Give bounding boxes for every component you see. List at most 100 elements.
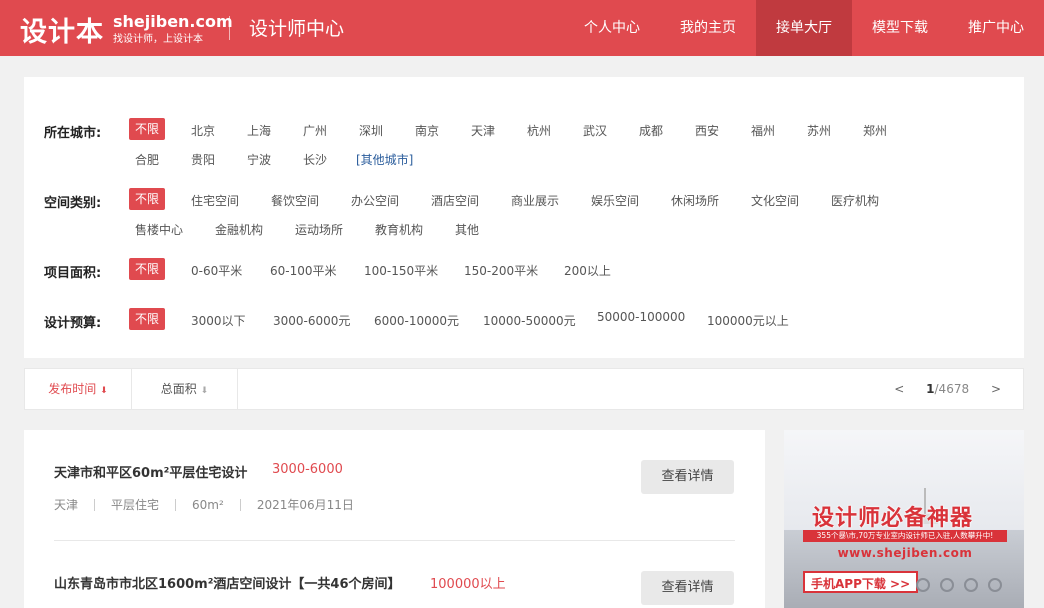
budget-option[interactable]: 3000-6000元 [273, 312, 350, 329]
space-option-any[interactable]: 不限 [129, 188, 166, 210]
meta-divider [175, 498, 177, 511]
budget-option-any[interactable]: 不限 [129, 308, 166, 330]
city-option[interactable]: 天津 [471, 122, 495, 139]
budget-option[interactable]: 3000以下 [191, 312, 246, 329]
project-city: 天津 [54, 498, 79, 512]
pager-prev-button[interactable]: < [894, 369, 904, 409]
city-option[interactable]: 上海 [247, 122, 271, 139]
project-budget: 100000以上 [430, 577, 506, 592]
space-option[interactable]: 售楼中心 [135, 221, 183, 238]
sort-by-publish-time[interactable]: 发布时间 ⬇ [25, 369, 131, 409]
filter-panel: 所在城市: 不限 北京 上海 广州 深圳 南京 天津 杭州 武汉 成都 西安 福… [24, 77, 1024, 358]
space-option[interactable]: 文化空间 [751, 192, 799, 209]
arrow-down-icon: ⬇ [200, 386, 209, 396]
budget-filter-label: 设计预算: [44, 316, 102, 331]
city-option[interactable]: 武汉 [583, 122, 607, 139]
nav-item-personal-center[interactable]: 个人中心 [564, 0, 660, 56]
space-option[interactable]: 休闲场所 [671, 192, 719, 209]
city-option[interactable]: 成都 [639, 122, 663, 139]
nav-item-my-homepage[interactable]: 我的主页 [660, 0, 756, 56]
budget-option[interactable]: 6000-10000元 [374, 312, 459, 329]
project-title[interactable]: 天津市和平区60m²平层住宅设计 [54, 462, 247, 481]
space-option[interactable]: 住宅空间 [191, 192, 239, 209]
project-title[interactable]: 山东青岛市市北区1600m²酒店空间设计【一共46个房间】 [54, 573, 401, 592]
logo-slogan: 找设计师，上设计本 [113, 34, 203, 45]
project-date: 2021年06月11日 [256, 498, 354, 512]
space-filter-label: 空间类别: [44, 196, 102, 211]
pager-current-page: 1 [926, 382, 935, 396]
ad-title: 设计师必备神器 [812, 506, 974, 531]
budget-option[interactable]: 100000元以上 [707, 312, 789, 329]
logo-domain[interactable]: shejiben.com [113, 12, 233, 31]
city-option-any[interactable]: 不限 [129, 118, 166, 140]
space-option[interactable]: 运动场所 [295, 221, 343, 238]
nav-item-order-hall[interactable]: 接单大厅 [756, 0, 852, 56]
view-details-button[interactable]: 查看详情 [641, 571, 734, 605]
decor-ring [964, 578, 978, 592]
ad-url: www.shejiben.com [837, 546, 973, 560]
city-option[interactable]: 郑州 [863, 122, 887, 139]
space-option[interactable]: 其他 [455, 221, 479, 238]
space-option[interactable]: 酒店空间 [431, 192, 479, 209]
meta-divider [94, 498, 96, 511]
nav-item-model-download[interactable]: 模型下载 [852, 0, 948, 56]
area-option[interactable]: 200以上 [564, 262, 611, 279]
header-divider [229, 16, 230, 40]
space-option[interactable]: 教育机构 [375, 221, 423, 238]
space-option[interactable]: 娱乐空间 [591, 192, 639, 209]
project-area: 60m² [192, 497, 224, 512]
area-option-any[interactable]: 不限 [129, 258, 166, 280]
sort-divider [237, 369, 238, 409]
sort-by-total-area[interactable]: 总面积 ⬇ [132, 369, 237, 409]
space-option[interactable]: 餐饮空间 [271, 192, 319, 209]
city-option[interactable]: 北京 [191, 122, 215, 139]
ad-subtitle: 355个暴\市,70万专业室内设计师已入驻,人数攀升中! [803, 530, 1007, 542]
nav-item-promotion-center[interactable]: 推广中心 [948, 0, 1044, 56]
city-option[interactable]: 广州 [303, 122, 327, 139]
budget-option[interactable]: 50000-100000 [597, 310, 685, 324]
city-option[interactable]: 西安 [695, 122, 719, 139]
area-option[interactable]: 60-100平米 [270, 262, 337, 279]
project-budget: 3000-6000 [272, 462, 343, 477]
budget-option[interactable]: 10000-50000元 [483, 312, 576, 329]
pager: < 1/4678 > [894, 369, 1001, 409]
top-header: 设计本 shejiben.com 找设计师，上设计本 设计师中心 个人中心 我的… [0, 0, 1044, 56]
space-option[interactable]: 医疗机构 [831, 192, 879, 209]
city-option[interactable]: 深圳 [359, 122, 383, 139]
space-option[interactable]: 金融机构 [215, 221, 263, 238]
city-option[interactable]: 合肥 [135, 151, 159, 168]
area-option[interactable]: 100-150平米 [364, 262, 438, 279]
page-title: 设计师中心 [249, 18, 345, 40]
meta-divider [239, 498, 241, 511]
app-ad-banner[interactable]: 设计师必备神器 355个暴\市,70万专业室内设计师已入驻,人数攀升中! www… [784, 430, 1024, 608]
other-cities-link[interactable]: [其他城市] [356, 151, 413, 168]
project-meta: 天津 平层住宅 60m² 2021年06月11日 [54, 496, 354, 513]
decor-ring [988, 578, 1002, 592]
city-option[interactable]: 南京 [415, 122, 439, 139]
list-divider [54, 540, 735, 541]
sort-publish-time-label: 发布时间 [48, 382, 97, 396]
space-option[interactable]: 商业展示 [511, 192, 559, 209]
space-option[interactable]: 办公空间 [351, 192, 399, 209]
city-option[interactable]: 福州 [751, 122, 775, 139]
city-option[interactable]: 苏州 [807, 122, 831, 139]
area-option[interactable]: 0-60平米 [191, 262, 242, 279]
city-option[interactable]: 杭州 [527, 122, 551, 139]
pager-next-button[interactable]: > [991, 369, 1001, 409]
arrow-down-icon: ⬇ [100, 386, 108, 396]
city-option[interactable]: 长沙 [303, 151, 327, 168]
logo-text[interactable]: 设计本 [20, 10, 104, 49]
city-filter-label: 所在城市: [44, 126, 102, 141]
sort-bar: 发布时间 ⬇ 总面积 ⬇ < 1/4678 > [24, 368, 1024, 410]
app-download-button[interactable]: 手机APP下载 >> [803, 571, 919, 593]
city-option[interactable]: 宁波 [247, 151, 271, 168]
decor-ring [940, 578, 954, 592]
main-nav: 个人中心 我的主页 接单大厅 模型下载 推广中心 [564, 0, 1044, 56]
project-list: 天津市和平区60m²平层住宅设计 3000-6000 天津 平层住宅 60m² … [24, 430, 765, 608]
city-option[interactable]: 贵阳 [191, 151, 215, 168]
area-option[interactable]: 150-200平米 [464, 262, 538, 279]
list-item: 天津市和平区60m²平层住宅设计 3000-6000 天津 平层住宅 60m² … [24, 430, 765, 542]
pager-total-pages: /4678 [934, 382, 970, 396]
decor-ring [916, 578, 930, 592]
view-details-button[interactable]: 查看详情 [641, 460, 734, 494]
